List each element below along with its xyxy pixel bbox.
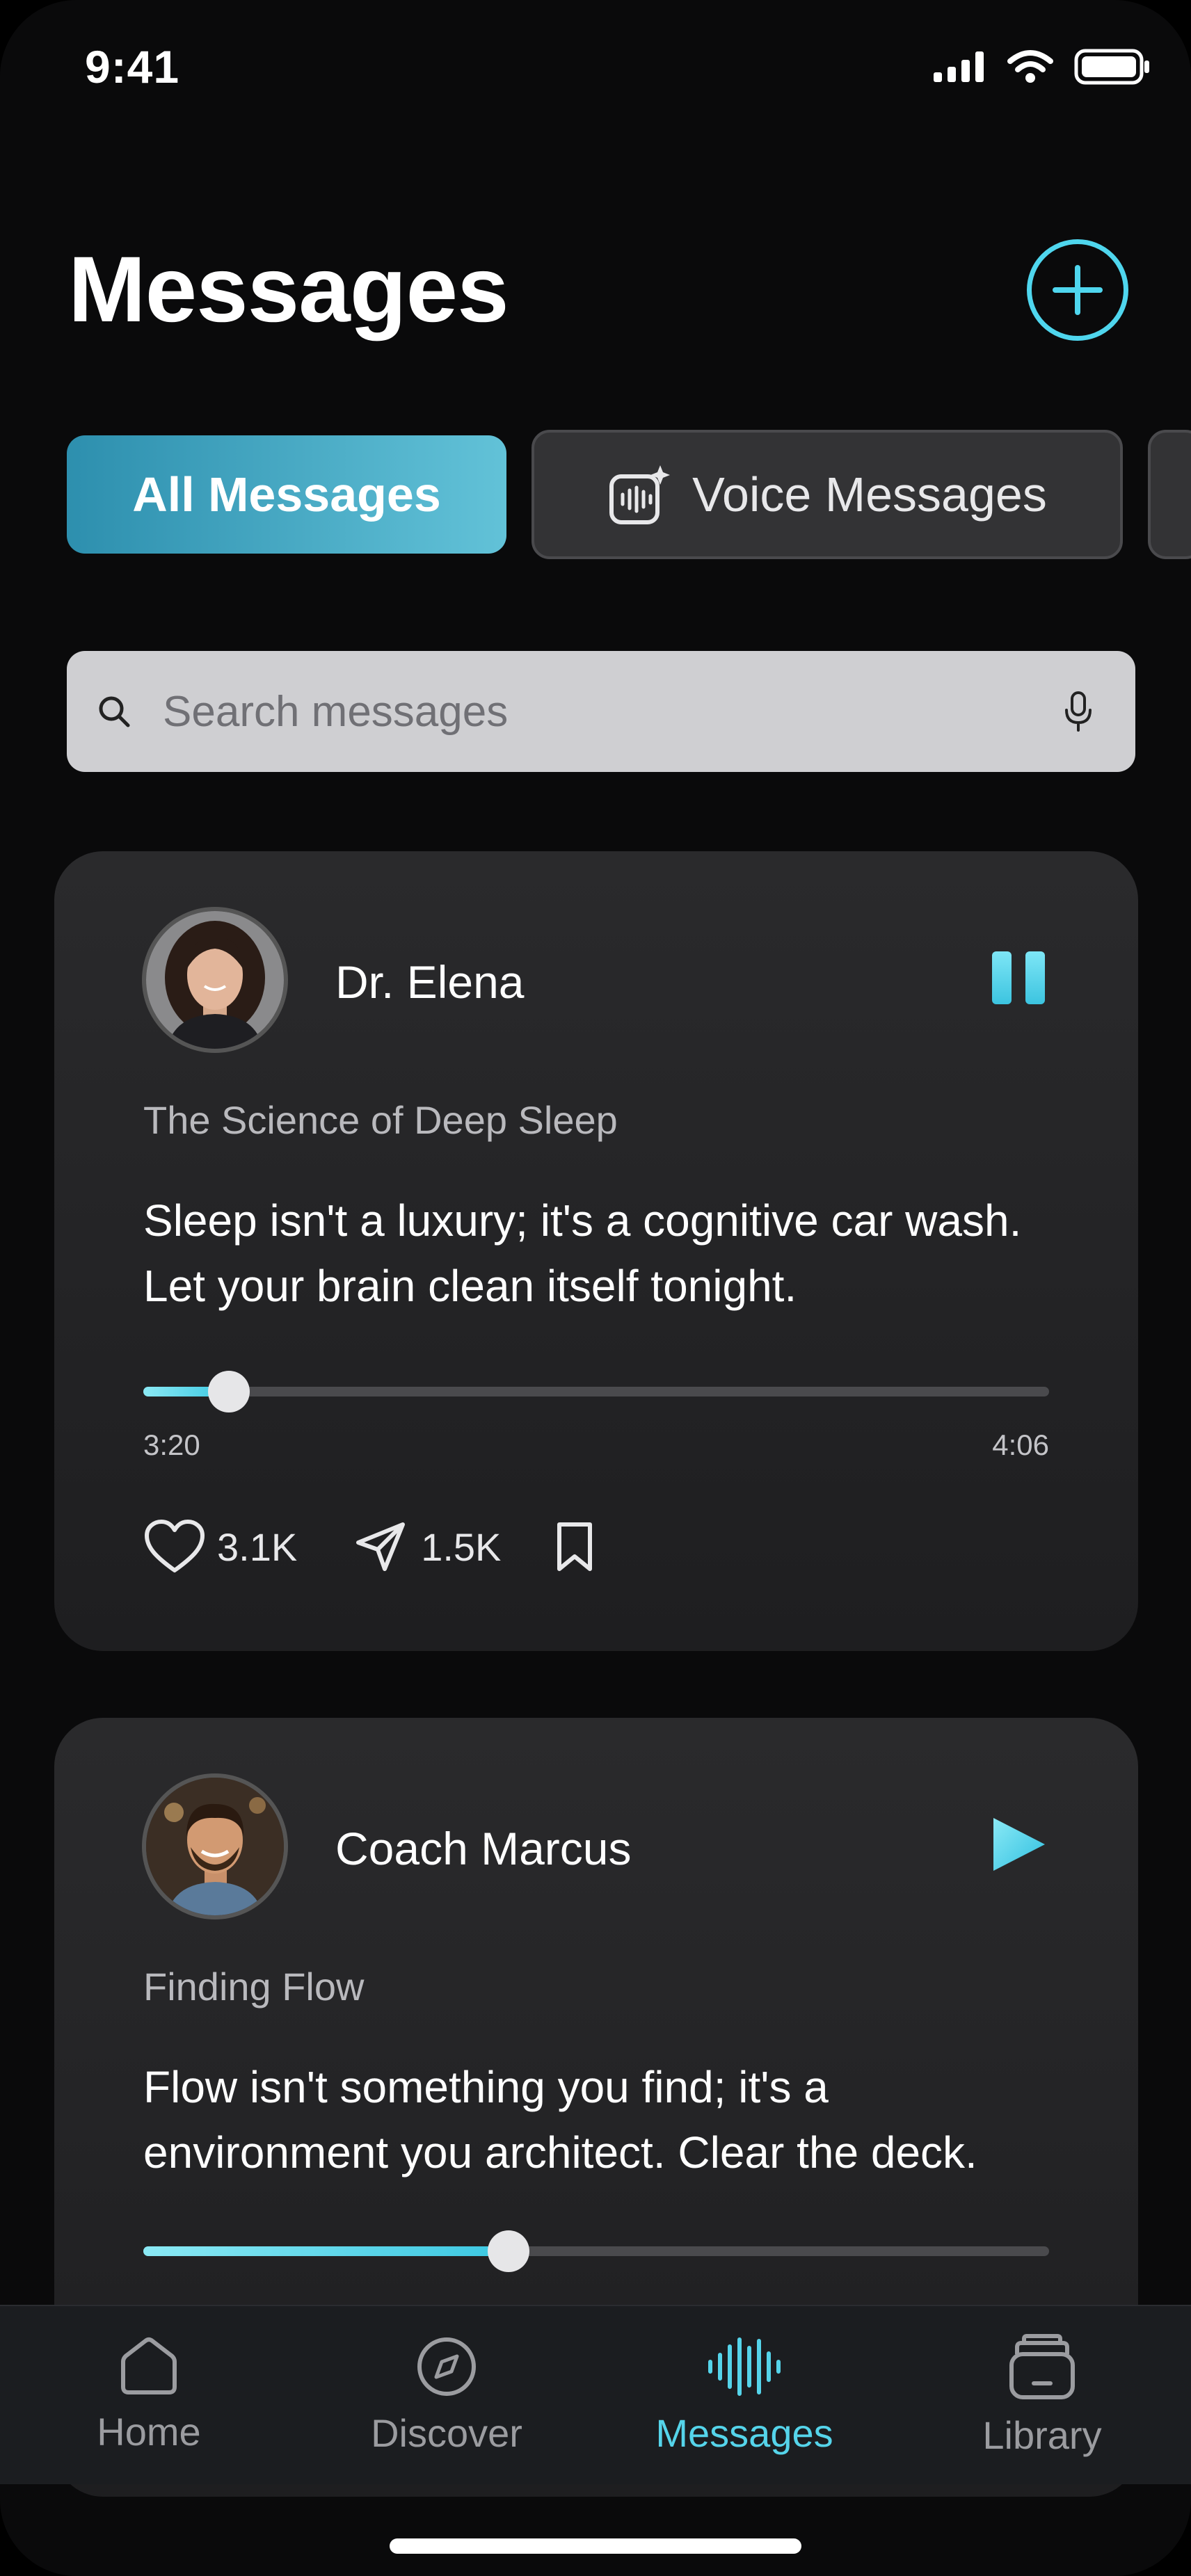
progress-thumb[interactable] bbox=[488, 2230, 529, 2272]
tab-label: Voice Messages bbox=[692, 467, 1047, 522]
tab-all-messages[interactable]: All Messages bbox=[67, 435, 506, 554]
waveform-icon bbox=[708, 2337, 781, 2396]
search-bar bbox=[67, 651, 1135, 772]
total-duration: 4:06 bbox=[992, 1428, 1049, 1461]
bookmark-icon bbox=[557, 1522, 593, 1571]
bottom-navigation: Home Discover Messages Library bbox=[0, 2305, 1191, 2484]
pause-icon bbox=[992, 951, 1045, 1004]
author-name: Dr. Elena bbox=[335, 956, 525, 1008]
search-icon bbox=[99, 696, 130, 727]
heart-icon bbox=[145, 1520, 205, 1572]
episode-title: The Science of Deep Sleep bbox=[143, 1098, 618, 1142]
send-icon bbox=[356, 1522, 406, 1571]
share-button[interactable]: 1.5K bbox=[354, 1520, 501, 1573]
progress-slider[interactable] bbox=[143, 1371, 1049, 1412]
nav-label: Discover bbox=[371, 2410, 522, 2455]
tab-voice-messages[interactable]: Voice Messages bbox=[531, 430, 1123, 559]
status-time: 9:41 bbox=[85, 41, 180, 92]
episode-title: Finding Flow bbox=[143, 1965, 365, 2009]
progress-thumb[interactable] bbox=[208, 1371, 250, 1412]
author-name: Coach Marcus bbox=[335, 1823, 632, 1874]
home-indicator[interactable] bbox=[390, 2538, 801, 2554]
battery-icon bbox=[1074, 49, 1149, 85]
library-icon bbox=[1009, 2333, 1075, 2399]
voice-sparkle-icon bbox=[609, 465, 671, 524]
compass-icon bbox=[417, 2337, 476, 2396]
card-actions: 3.1K 1.5K bbox=[143, 1519, 596, 1575]
filter-tabs: All Messages Voice Messages bbox=[67, 430, 1191, 559]
progress-slider[interactable] bbox=[143, 2230, 1049, 2272]
nav-messages[interactable]: Messages bbox=[596, 2306, 893, 2484]
wifi-icon bbox=[1007, 50, 1053, 83]
avatar[interactable] bbox=[142, 907, 288, 1053]
nav-discover[interactable]: Discover bbox=[298, 2306, 596, 2484]
message-quote: Flow isn't something you find; it's a en… bbox=[143, 2062, 977, 2177]
message-card[interactable]: Dr. Elena The Science of Deep Sleep Slee… bbox=[54, 851, 1138, 1651]
tab-more[interactable] bbox=[1148, 430, 1191, 559]
page-title: Messages bbox=[68, 238, 509, 341]
nav-label: Messages bbox=[655, 2410, 833, 2455]
microphone-icon[interactable] bbox=[1063, 691, 1094, 732]
progress-fill bbox=[143, 2246, 505, 2256]
tab-label: All Messages bbox=[132, 467, 441, 522]
new-message-button[interactable] bbox=[1027, 239, 1128, 341]
play-icon bbox=[993, 1818, 1045, 1871]
message-quote: Sleep isn't a luxury; it's a cognitive c… bbox=[143, 1196, 1022, 1311]
avatar[interactable] bbox=[142, 1773, 288, 1919]
nav-label: Library bbox=[982, 2413, 1102, 2457]
play-button[interactable] bbox=[989, 1815, 1048, 1877]
app-screen: 9:41 Messages All Messages Voice Message… bbox=[0, 0, 1191, 2576]
like-count: 3.1K bbox=[217, 1524, 298, 1569]
nav-home[interactable]: Home bbox=[0, 2306, 298, 2484]
nav-library[interactable]: Library bbox=[893, 2306, 1191, 2484]
elapsed-time: 3:20 bbox=[143, 1428, 200, 1461]
share-count: 1.5K bbox=[421, 1524, 502, 1569]
status-icons bbox=[934, 49, 1151, 85]
bookmark-button[interactable] bbox=[554, 1520, 596, 1573]
signal-icon bbox=[934, 51, 984, 82]
plus-icon bbox=[1053, 265, 1103, 315]
search-input[interactable] bbox=[161, 686, 1063, 737]
nav-label: Home bbox=[97, 2409, 201, 2454]
pause-button[interactable] bbox=[989, 949, 1048, 1011]
home-icon bbox=[121, 2337, 177, 2394]
like-button[interactable]: 3.1K bbox=[143, 1519, 297, 1575]
